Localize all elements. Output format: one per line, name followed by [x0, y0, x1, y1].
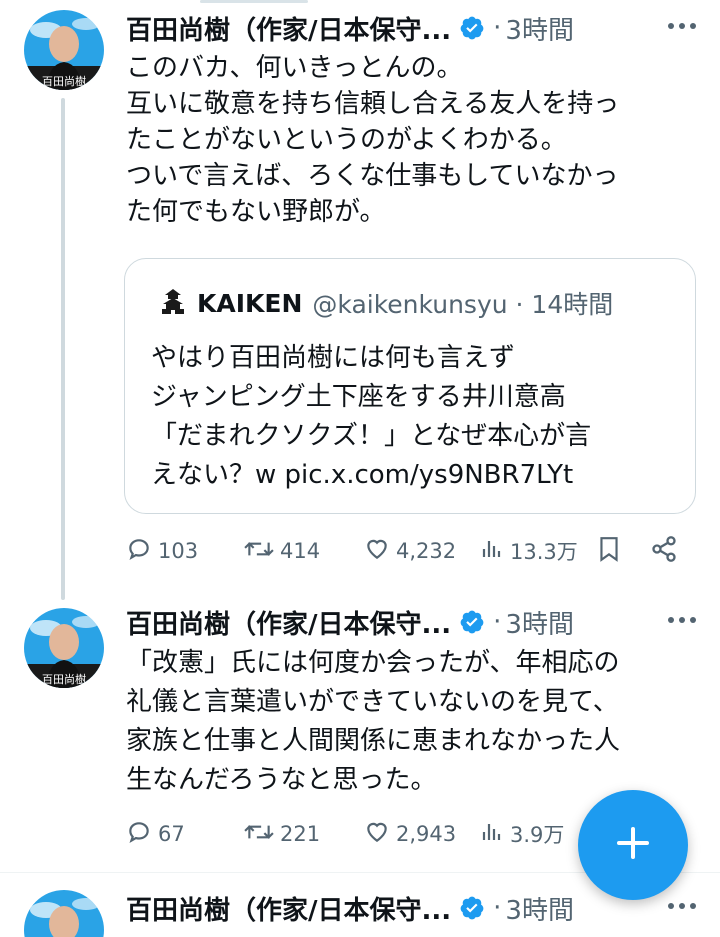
author-name[interactable]: 百田尚樹（作家/日本保守... — [126, 604, 451, 641]
quoted-text-line: やはり百田尚樹には何も言えず — [151, 343, 516, 373]
avatar[interactable] — [24, 890, 104, 937]
tweet-text: このバカ、何いきっとんの。 互いに敬意を持ち信頼し合える友人を持っ たことがない… — [126, 50, 702, 230]
tweet-text-line: 礼儀と言葉遣いができていないのを見て、 — [126, 687, 619, 717]
separator-dot: · — [493, 607, 502, 637]
tweet-time[interactable]: 3時間 — [505, 890, 574, 927]
tweet-actions: 103 414 4,232 13.3万 — [126, 533, 696, 569]
views-count: 13.3万 — [510, 540, 578, 564]
quoted-text-line: えない？w pic.x.com/ys9NBR7LYt — [151, 460, 574, 490]
tweet-1[interactable]: 百田尚樹 百田尚樹（作家/日本保守... · 3時間 このバカ、何いきっとんの。… — [0, 0, 720, 600]
like-count: 4,232 — [396, 539, 457, 563]
author-avatar-image: 百田尚樹 — [24, 608, 104, 688]
verified-badge-icon — [459, 609, 485, 635]
like-count: 2,943 — [396, 822, 457, 846]
more-dots-icon[interactable] — [662, 10, 702, 42]
reply-button[interactable]: 103 — [126, 533, 198, 569]
quoted-text-line: ジャンピング土下座をする井川意高 — [151, 382, 566, 412]
bookmark-button[interactable] — [596, 533, 628, 569]
retweet-icon — [244, 819, 280, 850]
castle-icon — [159, 287, 187, 319]
quoted-tweet-text: やはり百田尚樹には何も言えず ジャンピング土下座をする井川意高 「だまれクソクズ… — [151, 339, 591, 495]
compose-button[interactable] — [578, 790, 688, 900]
separator-dot: · — [493, 13, 502, 43]
author-avatar-image: 百田尚樹 — [24, 10, 104, 90]
verified-badge-icon — [459, 895, 485, 921]
reply-icon — [126, 536, 158, 567]
retweet-icon — [244, 536, 280, 567]
author-name[interactable]: 百田尚樹（作家/日本保守... — [126, 10, 451, 47]
views-button[interactable]: 3.9万 — [480, 816, 564, 852]
reply-count: 103 — [158, 539, 199, 563]
tweet-text-line: 家族と仕事と人間関係に恵まれなかった人 — [126, 726, 621, 756]
tweet-text-line: たことがないというのがよくわかる。 — [126, 125, 567, 155]
quoted-tweet[interactable]: KAIKEN @kaikenkunsyu · 14時間 やはり百田尚樹には何も言… — [124, 258, 696, 514]
views-button[interactable]: 13.3万 — [480, 533, 578, 569]
tweet-text: 「改憲」氏には何度か会ったが、年相応の 礼儀と言葉遣いができていないのを見て、 … — [126, 644, 702, 800]
retweet-button[interactable]: 414 — [244, 533, 320, 569]
views-icon — [480, 819, 510, 850]
separator-dot: · — [493, 893, 502, 923]
tweet-header: 百田尚樹（作家/日本保守... · 3時間 — [126, 8, 700, 48]
tweet-time[interactable]: 3時間 — [505, 604, 574, 641]
more-dots-icon[interactable] — [662, 604, 702, 636]
tweet-header: 百田尚樹（作家/日本保守... · 3時間 — [126, 602, 700, 642]
quoted-author-name: KAIKEN — [197, 288, 303, 318]
more-dots-icon[interactable] — [662, 890, 702, 922]
verified-badge-icon — [459, 15, 485, 41]
retweet-button[interactable]: 221 — [244, 816, 320, 852]
tweet-text-line: このバカ、何いきっとんの。 — [126, 53, 463, 83]
author-avatar-image — [24, 890, 104, 937]
views-icon — [480, 536, 510, 567]
retweet-count: 414 — [280, 539, 321, 563]
tweet-text-line: 互いに敬意を持ち信頼し合える友人を持っ — [126, 89, 620, 119]
avatar[interactable]: 百田尚樹 — [24, 608, 104, 688]
quoted-tweet-header: KAIKEN @kaikenkunsyu · 14時間 — [159, 285, 613, 321]
reply-count: 67 — [158, 822, 185, 846]
avatar[interactable]: 百田尚樹 — [24, 10, 104, 90]
svg-text:百田尚樹: 百田尚樹 — [42, 672, 86, 686]
tweet-time[interactable]: 3時間 — [505, 10, 574, 47]
quoted-author-handle: @kaikenkunsyu · 14時間 — [312, 290, 614, 319]
compose-plus-icon — [613, 823, 653, 867]
like-icon — [364, 536, 396, 567]
like-icon — [364, 819, 396, 850]
reply-icon — [126, 819, 158, 850]
reply-button[interactable]: 67 — [126, 816, 185, 852]
retweet-count: 221 — [280, 822, 321, 846]
svg-text:百田尚樹: 百田尚樹 — [42, 74, 86, 88]
views-count: 3.9万 — [510, 823, 565, 847]
author-name[interactable]: 百田尚樹（作家/日本保守... — [126, 890, 451, 927]
like-button[interactable]: 4,232 — [364, 533, 456, 569]
bookmark-icon — [596, 535, 628, 568]
tweet-text-line: ついで言えば、ろくな仕事もしていなかっ — [126, 161, 619, 191]
tweet-text-line: 「改憲」氏には何度か会ったが、年相応の — [126, 648, 620, 678]
like-button[interactable]: 2,943 — [364, 816, 456, 852]
share-icon — [650, 535, 684, 568]
tweet-text-line: た何でもない野郎が。 — [126, 197, 386, 227]
share-button[interactable] — [650, 533, 684, 569]
quoted-text-line: 「だまれクソクズ！」となぜ本心が言 — [151, 421, 592, 451]
